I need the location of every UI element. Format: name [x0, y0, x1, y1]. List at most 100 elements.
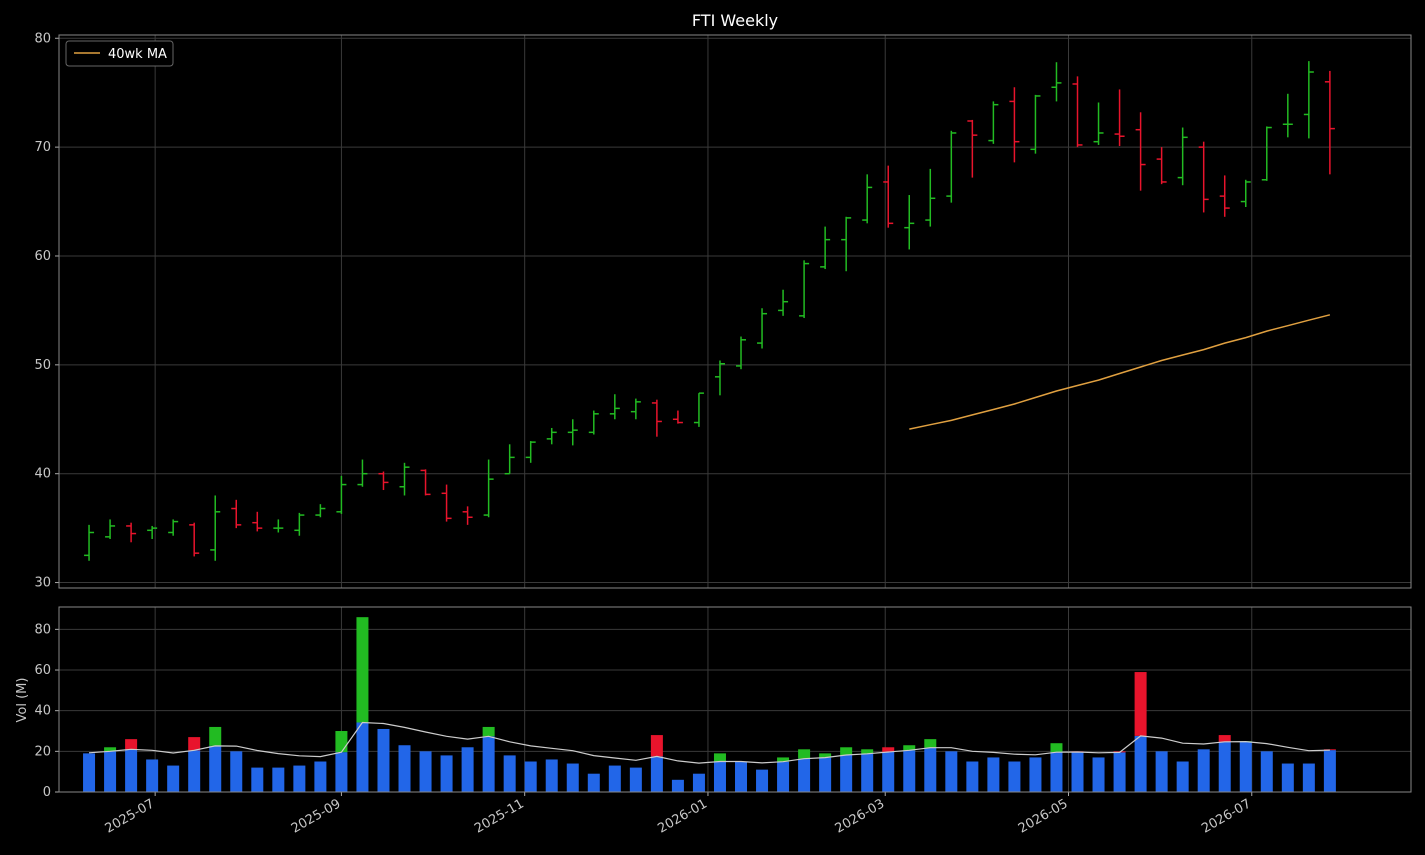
volume-tick-label: 80	[34, 622, 51, 637]
ohlc-bar-up	[609, 394, 620, 420]
volume-bar	[1050, 752, 1063, 792]
volume-bar	[125, 749, 138, 792]
ohlc-bar-up	[841, 216, 852, 272]
ohlc-bar-down	[1198, 141, 1209, 213]
ohlc-bar-up	[273, 519, 284, 533]
volume-bar-excess	[482, 726, 495, 737]
ohlc-bar-down	[126, 522, 137, 543]
ohlc-bar-up	[904, 195, 915, 250]
volume-bar	[503, 755, 516, 792]
price-tick-label: 40	[34, 467, 51, 482]
x-tick-label: 2026-05	[1016, 796, 1071, 836]
ohlc-bar-down	[231, 499, 242, 529]
volume-bar-excess	[335, 731, 348, 753]
volume-bar-excess	[713, 753, 726, 762]
volume-bar	[692, 773, 705, 792]
price-panel: 30 40 50 60 70 80	[34, 31, 1412, 591]
ohlc-bar-down	[441, 484, 452, 522]
volume-bar	[230, 751, 243, 792]
volume-bar	[419, 751, 432, 792]
volume-bar	[1260, 751, 1273, 792]
volume-bar	[1008, 761, 1021, 792]
volume-bar	[987, 757, 1000, 792]
volume-bar	[819, 757, 832, 792]
chart-title: FTI Weekly	[692, 11, 778, 30]
volume-bar	[440, 755, 453, 792]
volume-bar	[1092, 757, 1105, 792]
ohlc-bar-up	[1282, 93, 1293, 138]
volume-bar	[587, 773, 600, 792]
volume-bar	[146, 759, 159, 792]
legend-label-ma: 40wk MA	[108, 47, 167, 62]
ohlc-bar-up	[630, 398, 641, 420]
ma-line	[909, 314, 1331, 430]
ohlc-bar-up	[736, 336, 747, 370]
volume-bar	[1134, 735, 1147, 792]
ohlc-bar-down	[252, 511, 263, 532]
volume-bar	[966, 761, 979, 792]
volume-bar	[188, 750, 201, 792]
volume-bar-excess	[1050, 743, 1063, 753]
volume-panel: 2025-07 2025-09 2025-11 2026-01 2026-03 2026-…	[34, 606, 1412, 837]
volume-bar	[566, 763, 579, 792]
ohlc-bar-up	[567, 419, 578, 446]
volume-bar	[798, 758, 811, 792]
x-tick-label: 2026-01	[655, 796, 710, 836]
ohlc-bar-up	[946, 130, 957, 203]
volume-bar-excess	[798, 749, 811, 759]
volume-bar	[650, 756, 663, 792]
volume-bar	[293, 765, 306, 792]
volume-bar	[924, 747, 937, 792]
ohlc-bar-down	[462, 506, 473, 525]
volume-bar	[524, 761, 537, 792]
volume-bar	[1218, 741, 1231, 792]
ohlc-bar-up	[168, 519, 179, 536]
volume-bar	[314, 761, 327, 792]
ohlc-bar-up	[315, 504, 326, 518]
volume-bar	[756, 769, 769, 792]
volume-bar-excess	[840, 747, 853, 755]
volume-tick-label: 20	[34, 744, 51, 759]
ohlc-bar-up	[294, 512, 305, 536]
ohlc-bar-up	[693, 392, 704, 427]
volume-bar	[671, 779, 684, 792]
volume-bar	[251, 767, 264, 792]
ohlc-bar-down	[1219, 175, 1230, 217]
volume-bar	[482, 736, 495, 792]
ohlc-bar-up	[336, 475, 347, 514]
ohlc-bar-up	[357, 459, 368, 487]
price-tick-label: 50	[34, 358, 51, 373]
volume-bar	[335, 752, 348, 792]
ohlc-bar-down	[651, 399, 662, 437]
volume-bar	[377, 728, 390, 792]
ohlc-bar-down	[672, 410, 683, 424]
ohlc-bar-up	[1240, 179, 1251, 207]
ohlc-bar-up	[1261, 126, 1272, 181]
volume-bar	[167, 765, 180, 792]
ohlc-bar-up	[778, 289, 789, 316]
volume-bar	[903, 750, 916, 792]
x-tick-label: 2026-07	[1199, 796, 1254, 836]
price-tick-label: 60	[34, 249, 51, 264]
ohlc-bar-down	[1156, 147, 1167, 185]
volume-bar	[608, 765, 621, 792]
volume-bar	[1239, 741, 1252, 792]
volume-bar-excess	[356, 617, 369, 723]
volume-bar	[398, 745, 411, 792]
ohlc-bar-down	[1009, 87, 1020, 163]
ohlc-bar-up	[1303, 61, 1314, 139]
ohlc-bar-down	[189, 522, 200, 557]
volume-tick-label: 40	[34, 704, 51, 719]
ohlc-bar-up	[483, 459, 494, 518]
volume-bar	[945, 751, 958, 792]
ohlc-bar-up	[1093, 102, 1104, 145]
x-tick-label: 2026-03	[833, 796, 888, 836]
ohlc-bar-up	[210, 495, 221, 561]
volume-bar	[1281, 763, 1294, 792]
volume-bar	[1071, 751, 1084, 792]
ohlc-bar-up	[504, 444, 515, 475]
volume-bar	[1155, 751, 1168, 792]
x-tick-label: 2025-07	[103, 796, 158, 836]
price-tick-label: 30	[34, 576, 51, 591]
volume-bar	[882, 751, 895, 792]
